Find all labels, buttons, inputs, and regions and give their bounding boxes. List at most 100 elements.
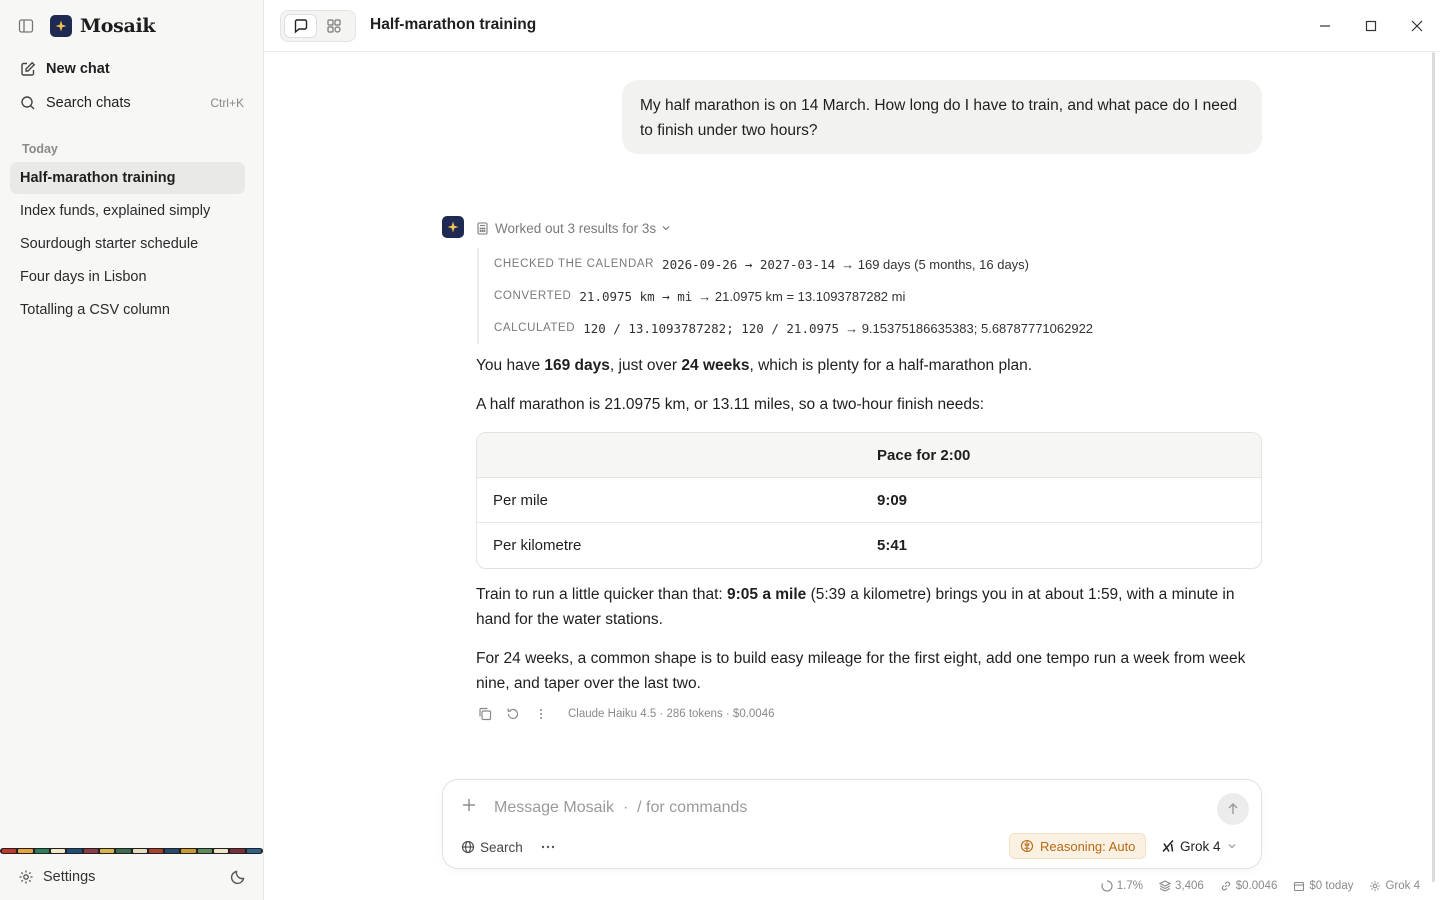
table-header-row: Pace for 2:00 bbox=[477, 433, 1261, 478]
table-row: Per kilometre 5:41 bbox=[477, 523, 1261, 568]
mosaic-tile bbox=[181, 849, 196, 853]
regenerate-icon[interactable] bbox=[504, 705, 522, 723]
chat-item-csv-column[interactable]: Totalling a CSV column bbox=[10, 294, 245, 326]
context-value: 1.7% bbox=[1116, 880, 1143, 892]
send-arrow-icon[interactable] bbox=[1217, 793, 1249, 825]
settings-button[interactable]: Settings bbox=[43, 869, 95, 885]
table-cell-label: Per mile bbox=[477, 478, 877, 523]
view-switch bbox=[280, 10, 356, 42]
mosaic-tile bbox=[132, 849, 147, 853]
daily-spend-value: $0 today bbox=[1309, 880, 1354, 892]
emphasis-weeks: 24 weeks bbox=[681, 357, 750, 374]
chat-item-half-marathon-training[interactable]: Half-marathon training bbox=[10, 162, 245, 194]
plus-icon[interactable] bbox=[461, 797, 477, 813]
answer-paragraph-2: A half marathon is 21.0975 km, or 13.11 … bbox=[476, 396, 985, 413]
emphasis-pace: 9:05 a mile bbox=[727, 586, 807, 603]
model-selector[interactable]: Grok 4 bbox=[1161, 833, 1237, 859]
calculator-icon bbox=[476, 221, 489, 235]
tool-tag: CHECKED THE CALENDAR bbox=[494, 258, 655, 270]
tool-result: → 9.15375186635383; 5.68787771062922 bbox=[845, 320, 1094, 336]
web-search-button[interactable]: Search bbox=[461, 837, 523, 857]
answer-paragraph-3: Train to run a little quicker than that:… bbox=[476, 582, 1262, 632]
table-cell-value: 5:41 bbox=[877, 537, 908, 554]
reasoning-label: Reasoning: Auto bbox=[1040, 838, 1136, 854]
conversation-title: Half-marathon training bbox=[370, 16, 537, 33]
mosaic-tile bbox=[99, 849, 115, 853]
text-run: You have bbox=[476, 357, 545, 374]
calendar-icon bbox=[1293, 880, 1305, 892]
tool-result-calculated: CALCULATED 120 / 13.1093787282; 120 / 21… bbox=[494, 312, 1177, 344]
more-vertical-icon[interactable] bbox=[532, 705, 550, 723]
mosaic-tile bbox=[50, 849, 66, 853]
brand-row: Mosaik bbox=[16, 14, 156, 38]
worked-out-toggle[interactable]: Worked out 3 results for 3s bbox=[476, 218, 671, 238]
mosaic-stripe bbox=[0, 848, 263, 854]
more-horizontal-icon[interactable] bbox=[540, 837, 556, 857]
chevron-down-icon bbox=[661, 223, 671, 233]
maximize-icon[interactable] bbox=[1348, 0, 1394, 52]
context-ring-icon bbox=[1101, 880, 1113, 892]
active-model[interactable]: Grok 4 bbox=[1369, 880, 1420, 892]
gear-icon[interactable] bbox=[18, 869, 34, 885]
token-count: 3,406 bbox=[1159, 880, 1204, 892]
new-chat-button[interactable]: New chat bbox=[20, 58, 244, 80]
new-chat-label: New chat bbox=[46, 61, 110, 77]
mosaic-tile bbox=[230, 849, 245, 853]
cost-value: $0.0046 bbox=[1235, 880, 1278, 892]
token-value: 3,406 bbox=[1175, 880, 1204, 892]
message-input[interactable] bbox=[494, 796, 1184, 820]
tool-tag: CONVERTED bbox=[494, 290, 572, 302]
chat-item-sourdough-starter[interactable]: Sourdough starter schedule bbox=[10, 228, 245, 260]
minimize-icon[interactable] bbox=[1302, 0, 1348, 52]
table-row: Per mile 9:09 bbox=[477, 478, 1261, 523]
mosaic-tile bbox=[116, 849, 131, 853]
link-icon bbox=[1220, 880, 1232, 892]
worked-out-label: Worked out 3 results for 3s bbox=[495, 220, 657, 236]
compose-icon bbox=[20, 61, 36, 77]
mosaic-tile bbox=[197, 849, 213, 853]
composer: Search Reasoning: Auto Grok 4 bbox=[442, 779, 1262, 869]
mosaik-logo-icon bbox=[50, 15, 72, 37]
gear-icon bbox=[1369, 880, 1381, 892]
chat-list: Half-marathon training Index funds, expl… bbox=[10, 162, 245, 327]
reasoning-toggle[interactable]: Reasoning: Auto bbox=[1009, 833, 1147, 859]
close-icon[interactable] bbox=[1394, 0, 1440, 52]
message-actions: Claude Haiku 4.5 · 286 tokens · $0.0046 bbox=[476, 705, 775, 723]
chat-item-index-funds[interactable]: Index funds, explained simply bbox=[10, 195, 245, 227]
active-model-value: Grok 4 bbox=[1385, 880, 1420, 892]
topbar: Half-marathon training bbox=[264, 0, 1440, 52]
chat-view-icon[interactable] bbox=[284, 14, 317, 38]
response-meta: Claude Haiku 4.5 · 286 tokens · $0.0046 bbox=[568, 708, 775, 720]
answer-paragraph-1: You have 169 days, just over 24 weeks, w… bbox=[476, 353, 1262, 378]
copy-icon[interactable] bbox=[476, 705, 494, 723]
search-icon bbox=[20, 95, 36, 111]
section-today: Today bbox=[22, 142, 58, 156]
text-run: , which is plenty for a half-marathon pl… bbox=[749, 357, 1033, 374]
tool-result-calendar: CHECKED THE CALENDAR 2026-09-26 → 2027-0… bbox=[494, 248, 1177, 280]
conversation-cost: $0.0046 bbox=[1220, 880, 1278, 892]
emphasis-days: 169 days bbox=[544, 357, 610, 374]
app-name: Mosaik bbox=[80, 15, 156, 37]
mosaic-tile bbox=[34, 849, 49, 853]
tool-result: → 169 days (5 months, 16 days) bbox=[841, 256, 1030, 272]
tool-expression: 21.0975 km → mi bbox=[579, 288, 693, 304]
text-run: Train to run a little quicker than that: bbox=[476, 586, 727, 603]
table-cell-label: Per kilometre bbox=[493, 537, 582, 554]
globe-icon bbox=[461, 840, 475, 854]
workspace-view-icon[interactable] bbox=[317, 14, 350, 38]
search-chats-button[interactable]: Search chats Ctrl+K bbox=[20, 92, 244, 114]
table-header-cell: Pace for 2:00 bbox=[877, 433, 1261, 478]
assistant-avatar bbox=[442, 216, 464, 238]
web-search-label: Search bbox=[480, 839, 523, 855]
daily-spend: $0 today bbox=[1293, 880, 1353, 892]
text-run: , just over bbox=[609, 357, 682, 374]
scrollbar[interactable] bbox=[1432, 52, 1435, 882]
theme-toggle-moon-icon[interactable] bbox=[230, 869, 246, 885]
tool-tag: CALCULATED bbox=[494, 322, 576, 334]
mosaic-tile bbox=[148, 849, 164, 853]
mosaic-tile bbox=[18, 849, 33, 853]
mosaic-tile bbox=[246, 849, 261, 853]
sidebar-toggle-icon[interactable] bbox=[16, 16, 36, 36]
chat-item-lisbon[interactable]: Four days in Lisbon bbox=[10, 261, 245, 293]
tool-expression: 2026-09-26 → 2027-03-14 bbox=[662, 256, 836, 272]
